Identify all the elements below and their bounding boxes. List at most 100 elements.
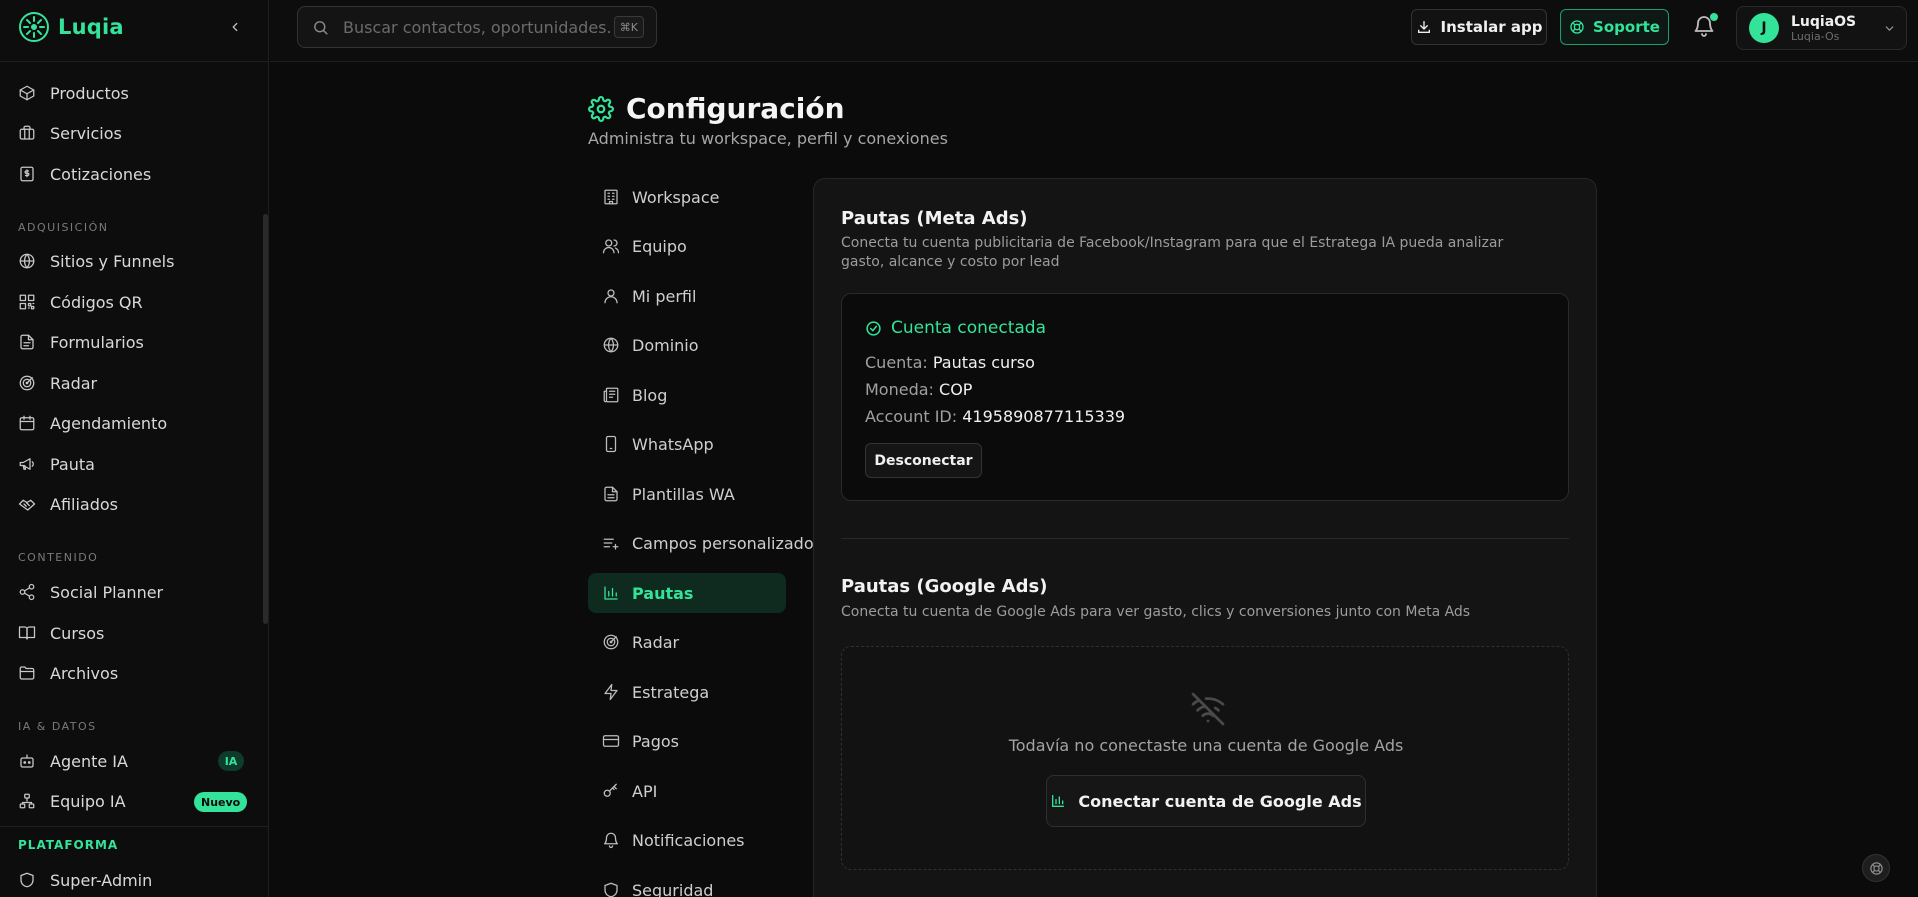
settings-tab-whatsapp[interactable]: WhatsApp — [588, 424, 786, 464]
section-heading-adquisicion: ADQUISICIÓN — [18, 221, 109, 234]
qr-code-icon — [19, 294, 35, 310]
install-app-button[interactable]: Instalar app — [1411, 9, 1547, 45]
credit-card-icon — [602, 735, 620, 747]
zap-icon — [604, 683, 618, 701]
handshake-icon — [18, 499, 36, 511]
sidebar-scrollbar[interactable] — [263, 214, 268, 624]
settings-tab-label: Estratega — [632, 682, 710, 702]
sidebar-item-super-admin[interactable]: Super-Admin — [18, 865, 152, 895]
collapse-sidebar-button[interactable] — [225, 17, 245, 37]
page-title: Configuración — [626, 92, 845, 125]
settings-tab-campos-personalizados[interactable]: Campos personalizados — [588, 523, 822, 563]
calendar-icon — [19, 415, 35, 431]
connection-status: Cuenta conectada — [865, 318, 1046, 338]
newspaper-icon — [603, 387, 619, 403]
google-ads-description: Conecta tu cuenta de Google Ads para ver… — [841, 604, 1471, 620]
settings-tab-plantillas-wa[interactable]: Plantillas WA — [588, 474, 786, 514]
field-value: COP — [939, 380, 973, 399]
file-text-icon — [604, 486, 618, 502]
sidebar-item-radar[interactable]: Radar — [18, 368, 97, 398]
settings-tab-seguridad[interactable]: Seguridad — [588, 870, 786, 897]
brand-name: Luqia — [58, 15, 124, 39]
topbar: ⌘K Instalar app Soporte J LuqiaOS Luqia-… — [270, 0, 1918, 62]
settings-tab-api[interactable]: API — [588, 771, 786, 811]
receipt-icon — [20, 166, 34, 182]
settings-tab-label: Blog — [632, 385, 668, 405]
search-input[interactable] — [343, 17, 613, 37]
users-icon — [602, 239, 620, 254]
google-ads-empty-state: Todavía no conectaste una cuenta de Goog… — [841, 646, 1569, 870]
settings-tab-label: Pagos — [632, 731, 680, 751]
sidebar-item-servicios[interactable]: Servicios — [18, 118, 122, 148]
connect-google-ads-button[interactable]: Conectar cuenta de Google Ads — [1046, 775, 1366, 827]
settings-tab-radar[interactable]: Radar — [588, 622, 786, 662]
meta-ads-connected-card: Cuenta conectada Cuenta: Pautas curso Mo… — [841, 293, 1569, 501]
avatar: J — [1749, 13, 1779, 43]
sidebar-item-agendamiento[interactable]: Agendamiento — [18, 408, 167, 438]
sidebar-item-productos[interactable]: Productos — [18, 78, 129, 108]
gear-icon — [588, 95, 614, 122]
user-icon — [604, 289, 618, 304]
settings-tab-equipo[interactable]: Equipo — [588, 226, 786, 266]
disconnect-button[interactable]: Desconectar — [865, 443, 982, 478]
phone-icon — [605, 435, 617, 453]
settings-tab-blog[interactable]: Blog — [588, 375, 786, 415]
settings-tab-label: Mi perfil — [632, 286, 697, 306]
shield-icon — [20, 872, 34, 888]
sidebar-item-agente-ia[interactable]: Agente IA — [18, 746, 128, 776]
section-heading-plataforma: PLATAFORMA — [18, 838, 119, 852]
global-search[interactable]: ⌘K — [297, 6, 657, 48]
field-value: 4195890877115339 — [962, 407, 1126, 426]
settings-tab-dominio[interactable]: Dominio — [588, 325, 786, 365]
field-key: Account ID: — [865, 407, 958, 426]
sidebar-item-label: Sitios y Funnels — [50, 251, 175, 271]
wifi-off-icon — [1191, 692, 1225, 726]
user-menu[interactable]: J LuqiaOS Luqia-Os — [1736, 6, 1907, 50]
globe-icon — [19, 253, 35, 269]
bar-chart-icon — [604, 586, 618, 600]
sidebar-item-social-planner[interactable]: Social Planner — [18, 577, 163, 607]
sidebar-item-archivos[interactable]: Archivos — [18, 658, 118, 688]
sidebar-item-label: Social Planner — [50, 582, 164, 602]
account-name-row: Cuenta: Pautas curso — [865, 353, 1035, 372]
radar-icon — [19, 375, 35, 391]
page-header: Configuración — [588, 92, 845, 125]
luqia-logo-icon — [19, 12, 49, 42]
settings-tab-label: Seguridad — [632, 880, 714, 897]
network-icon — [19, 793, 35, 809]
sidebar-item-codigos-qr[interactable]: Códigos QR — [18, 287, 143, 317]
sidebar-item-label: Archivos — [50, 663, 119, 683]
chevron-left-icon — [232, 22, 238, 32]
sidebar-item-equipo-ia[interactable]: Equipo IA — [18, 786, 126, 816]
section-heading-ia-datos: IA & DATOS — [18, 720, 97, 733]
folder-icon — [19, 666, 35, 680]
sidebar-nav: Productos Servicios Cotizaciones ADQUISI… — [0, 62, 262, 826]
form-icon — [20, 334, 34, 350]
settings-tab-estratega[interactable]: Estratega — [588, 672, 786, 712]
notification-dot — [1710, 13, 1718, 21]
settings-tab-mi-perfil[interactable]: Mi perfil — [588, 276, 786, 316]
sidebar-item-cursos[interactable]: Cursos — [18, 618, 104, 648]
sidebar-item-pauta[interactable]: Pauta — [18, 449, 95, 479]
settings-tab-pagos[interactable]: Pagos — [588, 721, 786, 761]
settings-tab-pautas[interactable]: Pautas — [588, 573, 786, 613]
settings-tab-label: Plantillas WA — [632, 484, 735, 504]
share-icon — [19, 583, 35, 601]
settings-tab-workspace[interactable]: Workspace — [588, 177, 786, 217]
sidebar-item-cotizaciones[interactable]: Cotizaciones — [18, 159, 151, 189]
settings-tab-label: Equipo — [632, 236, 687, 256]
box-icon — [19, 85, 35, 101]
sidebar-item-label: Agente IA — [50, 751, 128, 771]
section-divider — [841, 538, 1569, 539]
help-button[interactable] — [1862, 854, 1890, 882]
sidebar-item-afiliados[interactable]: Afiliados — [18, 489, 118, 519]
settings-tab-notificaciones[interactable]: Notificaciones — [588, 820, 786, 860]
support-button[interactable]: Soporte — [1560, 9, 1669, 45]
list-plus-icon — [603, 538, 619, 550]
sidebar-item-formularios[interactable]: Formularios — [18, 327, 144, 357]
field-key: Moneda: — [865, 380, 934, 399]
radar-icon — [603, 634, 619, 650]
sidebar-item-sitios-funnels[interactable]: Sitios y Funnels — [18, 246, 174, 276]
page-subtitle: Administra tu workspace, perfil y conexi… — [588, 129, 948, 148]
brand[interactable]: Luqia — [18, 12, 124, 42]
